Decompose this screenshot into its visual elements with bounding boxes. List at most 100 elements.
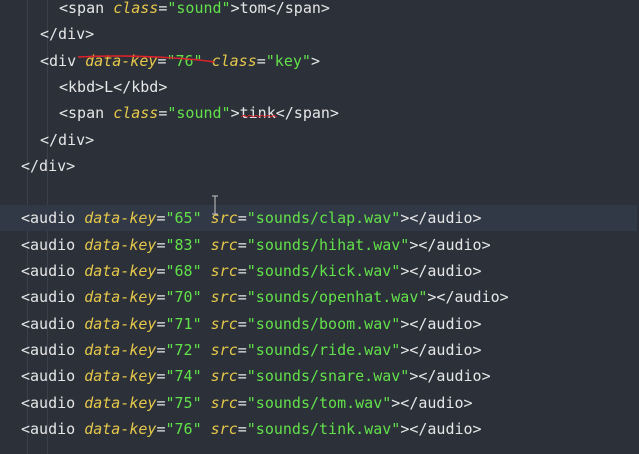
code-token: ></audio> xyxy=(400,314,482,333)
attribute-value: "sounds/clap.wav" xyxy=(246,209,401,228)
code-token: = xyxy=(156,314,166,333)
code-token: <audio xyxy=(21,340,85,359)
attribute-value: "sounds/snare.wav" xyxy=(246,367,410,386)
code-token: </div> xyxy=(21,156,76,175)
code-token: = xyxy=(156,340,166,359)
code-token: = xyxy=(237,367,247,386)
attribute-name: class xyxy=(113,0,159,17)
code-token: > xyxy=(310,51,320,70)
attribute-value: "sound" xyxy=(167,0,231,17)
code-line[interactable] xyxy=(0,179,639,205)
attribute-value: "sounds/tom.wav" xyxy=(246,393,392,412)
attribute-value: "75" xyxy=(165,393,202,412)
code-token: </div> xyxy=(40,25,95,44)
code-token: <audio xyxy=(21,314,85,333)
code-token: ></audio> xyxy=(409,367,491,386)
i-beam-cursor-icon xyxy=(212,195,218,215)
code-token: = xyxy=(156,262,166,280)
attribute-name: data-key xyxy=(84,262,157,280)
code-token: ></audio> xyxy=(400,419,482,438)
code-line[interactable]: <audio data-key="72" src="sounds/ride.wa… xyxy=(0,337,639,363)
spell-check-squiggle xyxy=(241,115,277,118)
attribute-value: "83" xyxy=(165,235,202,254)
code-line[interactable]: <audio data-key="65" src="sounds/clap.wa… xyxy=(0,205,639,232)
code-editor[interactable]: <span class="sound">tom</span> </div> <div… xyxy=(0,0,639,454)
code-token: = xyxy=(237,314,247,333)
code-token: = xyxy=(156,419,166,438)
code-token: = xyxy=(237,419,247,438)
attribute-name: data-key xyxy=(84,235,157,254)
code-token: >tink</span> xyxy=(230,104,339,123)
code-line[interactable]: <span class="sound">tink</span> xyxy=(0,100,639,126)
code-line[interactable]: <audio data-key="76" src="sounds/tink.wa… xyxy=(0,416,639,442)
code-token: >tom</span> xyxy=(230,0,330,17)
attribute-name: src xyxy=(210,340,238,359)
code-line[interactable]: <audio data-key="74" src="sounds/snare.w… xyxy=(0,363,639,389)
code-token: = xyxy=(237,340,247,359)
attribute-name: src xyxy=(210,235,238,254)
code-token: <audio xyxy=(21,209,85,228)
code-line[interactable]: </div> xyxy=(0,127,639,153)
code-line[interactable]: <audio data-key="70" src="sounds/openhat… xyxy=(0,284,639,310)
attribute-name: data-key xyxy=(84,340,157,359)
code-token: <audio xyxy=(21,288,85,307)
attribute-name: src xyxy=(210,393,238,412)
attribute-value: "72" xyxy=(165,340,202,359)
code-token: ></audio> xyxy=(427,288,509,307)
code-token: = xyxy=(156,235,166,254)
attribute-value: "65" xyxy=(165,209,202,228)
code-token: ></audio> xyxy=(391,393,473,412)
attribute-value: "sounds/boom.wav" xyxy=(246,314,401,333)
code-token: ></audio> xyxy=(400,340,482,359)
code-token: = xyxy=(237,288,247,307)
red-annotation-underline xyxy=(77,55,215,63)
attribute-value: "sounds/ride.wav" xyxy=(246,340,401,359)
code-line[interactable]: <kbd>L</kbd> xyxy=(0,74,639,100)
code-token: = xyxy=(156,367,166,386)
code-line[interactable]: </div> xyxy=(0,153,639,179)
code-line[interactable]: </div> xyxy=(0,21,639,47)
code-line[interactable]: <audio data-key="71" src="sounds/boom.wa… xyxy=(0,311,639,337)
code-token: <kbd>L</kbd> xyxy=(59,77,168,96)
code-line[interactable]: <audio data-key="83" src="sounds/hihat.w… xyxy=(0,232,639,258)
attribute-name: data-key xyxy=(84,288,157,307)
attribute-value: "sound" xyxy=(167,104,231,123)
attribute-value: "68" xyxy=(165,262,202,280)
code-line[interactable]: <audio data-key="68" src="sounds/kick.wa… xyxy=(0,258,639,284)
attribute-value: "70" xyxy=(165,288,202,307)
code-token: <audio xyxy=(21,262,85,280)
attribute-name: data-key xyxy=(84,419,157,438)
code-token: <span xyxy=(59,104,114,123)
code-token: = xyxy=(256,51,266,70)
code-token: = xyxy=(237,209,247,228)
code-line[interactable]: <span class="sound">tom</span> xyxy=(0,0,639,21)
code-token: <audio xyxy=(21,367,85,386)
attribute-value: "74" xyxy=(165,367,202,386)
attribute-name: data-key xyxy=(84,314,157,333)
attribute-value: "key" xyxy=(265,51,311,70)
attribute-name: data-key xyxy=(84,209,157,228)
attribute-name: src xyxy=(210,314,238,333)
code-token: = xyxy=(237,262,247,280)
code-token: = xyxy=(156,288,166,307)
code-token: = xyxy=(237,393,247,412)
code-line[interactable]: <audio data-key="75" src="sounds/tom.wav… xyxy=(0,390,639,416)
code-token: = xyxy=(237,235,247,254)
attribute-value: "sounds/hihat.wav" xyxy=(246,235,410,254)
attribute-name: src xyxy=(210,419,238,438)
attribute-name: class xyxy=(113,104,159,123)
code-token: </div> xyxy=(40,130,95,149)
code-token: <audio xyxy=(21,235,85,254)
code-token: <audio xyxy=(21,419,85,438)
attribute-name: src xyxy=(210,288,238,307)
attribute-name: src xyxy=(210,262,238,280)
attribute-value: "sounds/kick.wav" xyxy=(246,262,401,280)
